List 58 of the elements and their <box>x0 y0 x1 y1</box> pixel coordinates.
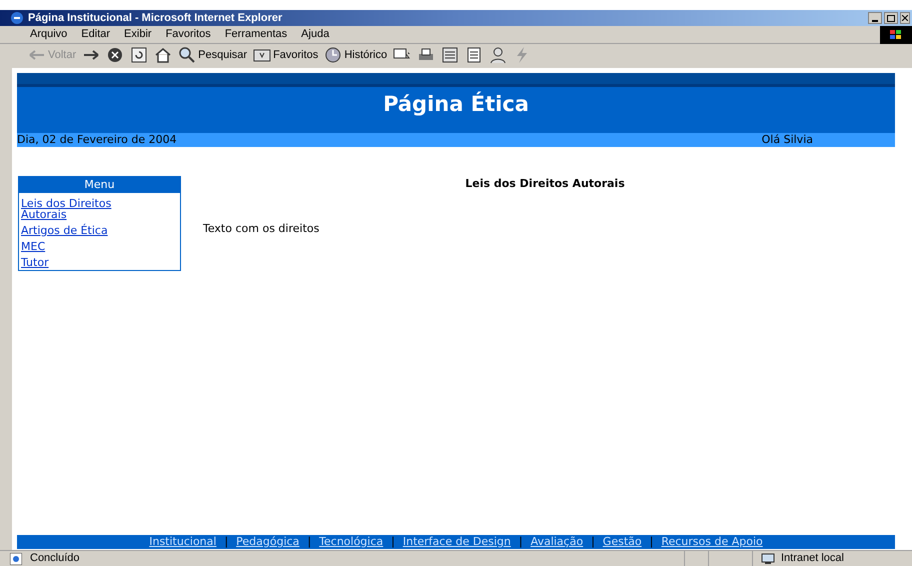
footer-separator: | <box>591 534 595 550</box>
menu-link[interactable]: Leis dos Direitos Autorais <box>21 198 151 220</box>
person-icon <box>489 46 508 64</box>
footer-link[interactable]: Institucional <box>149 534 216 550</box>
content-heading: Leis dos Direitos Autorais <box>464 176 626 192</box>
menu-item[interactable]: Favoritos <box>166 26 211 43</box>
footer-link[interactable]: Recursos de Apoio <box>661 534 763 550</box>
footer-separator: | <box>391 534 395 550</box>
stop-icon <box>106 46 124 64</box>
menu-item[interactable]: Arquivo <box>30 26 68 43</box>
computer-icon <box>761 552 777 564</box>
search-icon <box>178 46 196 64</box>
menu-link[interactable]: Artigos de Ética <box>21 225 151 236</box>
close-button[interactable] <box>900 12 910 24</box>
footer-link[interactable]: Avaliação <box>530 534 584 550</box>
document-icon <box>441 46 460 64</box>
zone-text: Intranet local <box>781 551 844 566</box>
footer-separator: | <box>224 534 228 550</box>
menu-link[interactable]: Tutor <box>21 257 151 268</box>
toolbar-button[interactable] <box>106 46 124 64</box>
menu-item[interactable]: Exibir <box>124 26 152 43</box>
footer-link[interactable]: Tecnológica <box>319 534 384 550</box>
footer-link[interactable]: Gestão <box>602 534 642 550</box>
menu-title: Menu <box>19 177 180 193</box>
toolbar-button[interactable]: Pesquisar <box>178 46 248 64</box>
footer-separator: | <box>518 534 523 550</box>
browser-e-icon <box>10 11 24 25</box>
toolbar-button[interactable]: Favoritos <box>253 46 318 64</box>
toolbar-button[interactable] <box>465 46 484 64</box>
toolbar-button[interactable] <box>441 46 460 64</box>
refresh-icon <box>130 46 148 64</box>
body-text: Texto com os direitos <box>203 220 320 236</box>
maximize-icon <box>887 14 895 22</box>
footer-link[interactable]: Interface de Design <box>402 534 511 550</box>
footer-separator: | <box>650 534 654 550</box>
window-title: Página Institucional - Microsoft Internet Explorer <box>28 10 282 26</box>
menu-link[interactable]: MEC <box>21 241 151 252</box>
status-text: Concluído <box>30 551 80 566</box>
footer-separator: | <box>307 534 312 550</box>
minimize-button[interactable] <box>868 12 882 24</box>
home-icon <box>154 46 172 64</box>
page-e-icon <box>10 552 22 564</box>
toolbar-button[interactable]: Histórico <box>324 46 388 64</box>
toolbar-button[interactable] <box>130 46 148 64</box>
toolbar-button[interactable] <box>489 46 508 64</box>
windows-logo-icon <box>890 30 902 40</box>
close-icon <box>902 15 908 21</box>
maximize-button[interactable] <box>884 12 898 24</box>
minimize-icon <box>872 20 878 23</box>
footer-link[interactable]: Pedagógica <box>236 534 300 550</box>
menu-item[interactable]: Ajuda <box>301 26 330 43</box>
page-title: Página Ética <box>383 90 529 118</box>
note-icon <box>465 46 484 64</box>
menu-item[interactable]: Ferramentas <box>224 26 288 43</box>
greeting-text: Olá Silvia <box>762 132 813 148</box>
date-text: Dia, 02 de Fevereiro de 2004 <box>17 132 177 148</box>
menu-item[interactable]: Editar <box>81 26 110 43</box>
toolbar-button[interactable] <box>154 46 172 64</box>
